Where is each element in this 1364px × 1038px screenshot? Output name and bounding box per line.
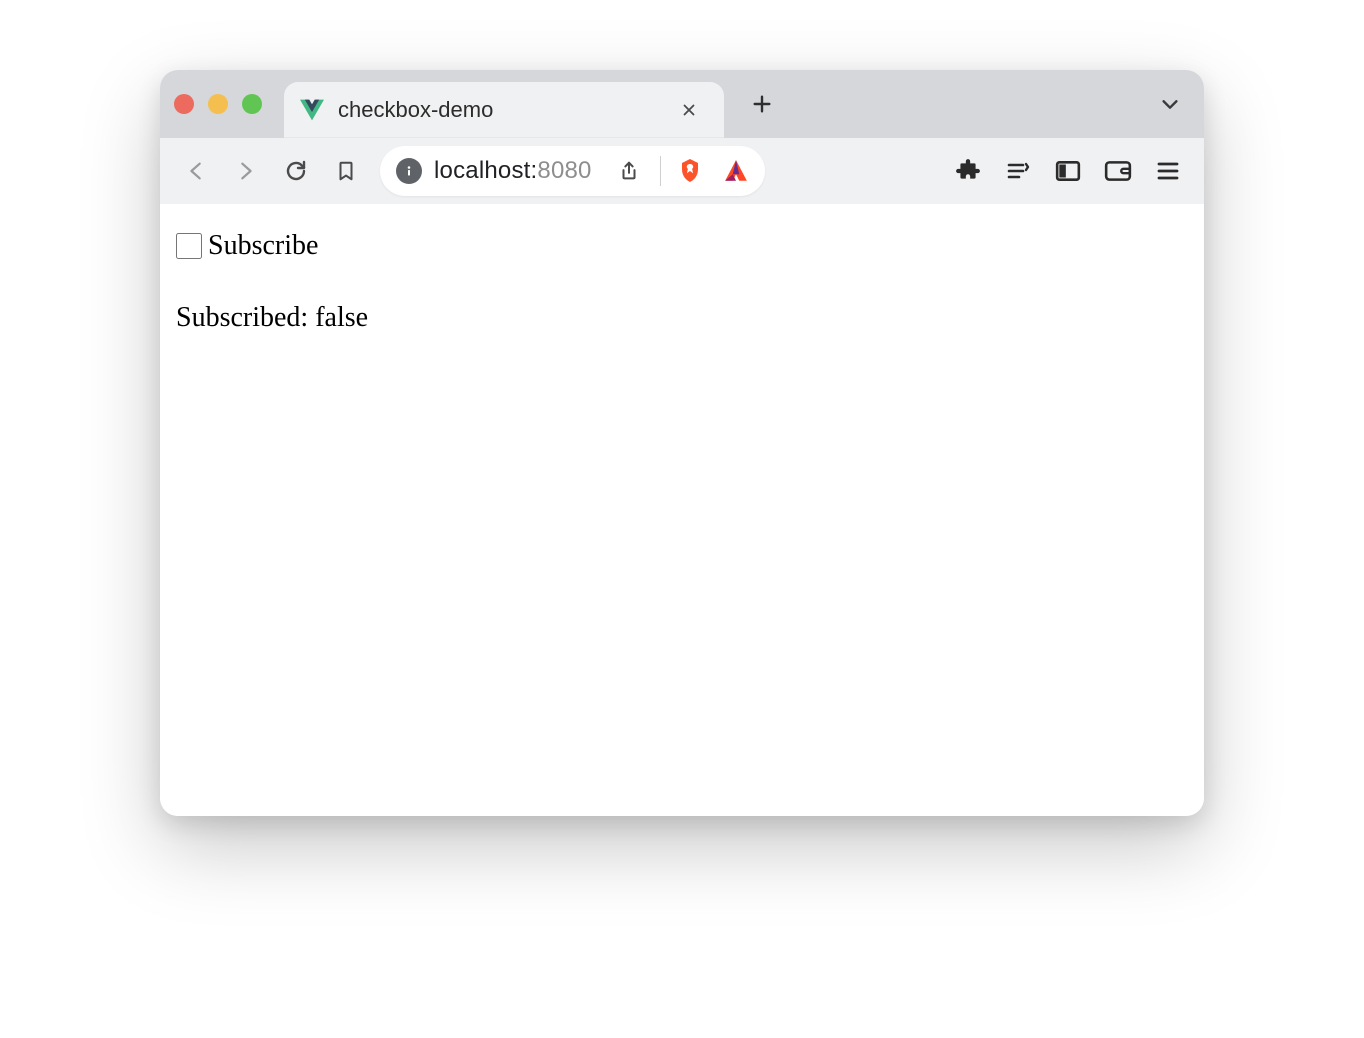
tab-strip: checkbox-demo [160,70,1204,138]
share-icon[interactable] [614,159,644,183]
new-tab-button[interactable] [742,84,782,124]
forward-button[interactable] [224,149,268,193]
site-info-icon[interactable] [396,158,422,184]
sidebar-toggle-button[interactable] [1046,149,1090,193]
extensions-button[interactable] [946,149,990,193]
minimize-window-button[interactable] [208,94,228,114]
reading-list-button[interactable] [996,149,1040,193]
browser-window: checkbox-demo [160,70,1204,816]
url-text: localhost:8080 [434,157,592,185]
window-controls [174,94,262,114]
subscribed-status: Subscribed: false [176,302,1188,334]
browser-toolbar: localhost:8080 [160,138,1204,204]
url-port: 8080 [537,157,591,184]
page-viewport: Subscribe Subscribed: false [160,204,1204,816]
tab-title: checkbox-demo [338,97,664,123]
status-value: false [315,302,368,333]
url-host: localhost: [434,157,537,184]
brave-rewards-icon[interactable] [723,159,749,183]
app-menu-button[interactable] [1146,149,1190,193]
subscribe-label[interactable]: Subscribe [208,232,318,260]
address-bar[interactable]: localhost:8080 [380,146,765,196]
status-prefix: Subscribed: [176,302,315,333]
wallet-button[interactable] [1096,149,1140,193]
close-tab-button[interactable] [672,93,706,127]
maximize-window-button[interactable] [242,94,262,114]
bookmark-button[interactable] [324,149,368,193]
subscribe-checkbox[interactable] [176,233,202,259]
vue-logo-icon [300,98,324,122]
omnibox-divider [660,156,661,186]
reload-button[interactable] [274,149,318,193]
tabs-dropdown-button[interactable] [1150,84,1190,124]
close-window-button[interactable] [174,94,194,114]
subscribe-row: Subscribe [176,232,1188,260]
browser-tab[interactable]: checkbox-demo [284,82,724,138]
brave-shield-icon[interactable] [677,157,703,185]
back-button[interactable] [174,149,218,193]
